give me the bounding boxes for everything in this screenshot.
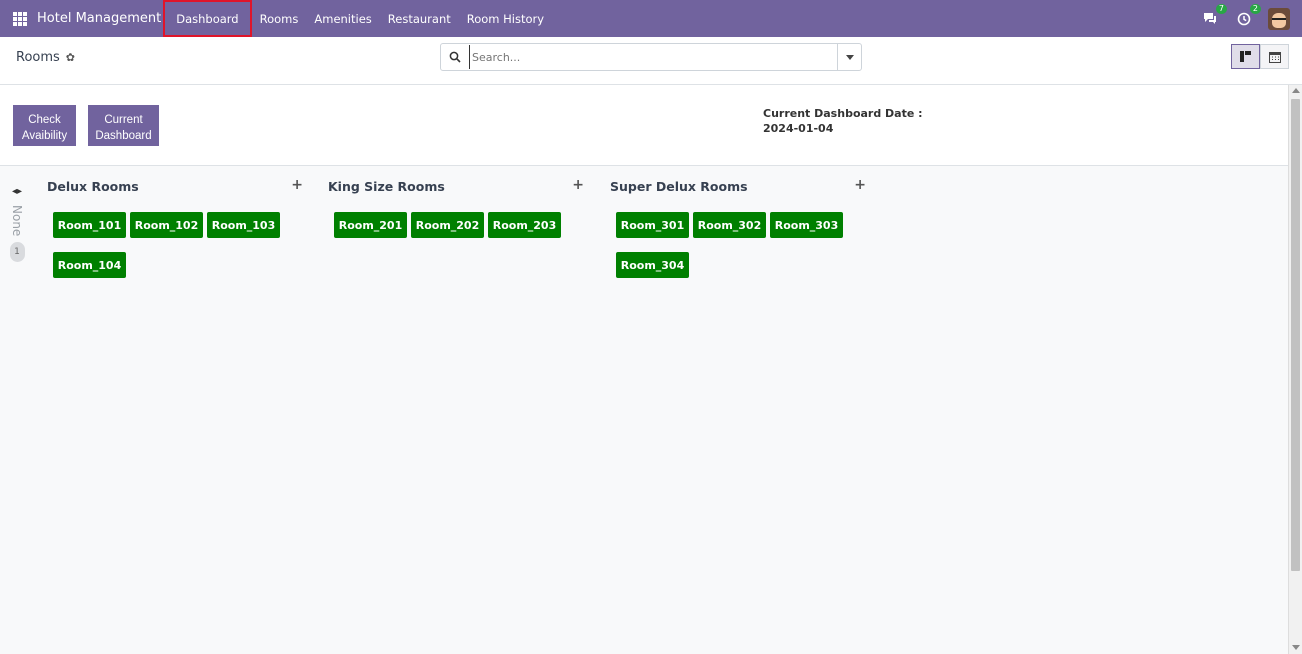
kanban-board: ◂▸ None 1 Delux Rooms + Room_101 Room_10… [0,166,1288,654]
apps-menu-icon[interactable] [13,11,27,26]
menu-item-rooms[interactable]: Rooms [252,0,307,37]
breadcrumb: Rooms ✿ [16,50,75,65]
room-card[interactable]: Room_101 [53,212,126,238]
search-icon [441,51,469,63]
room-card[interactable]: Room_201 [334,212,407,238]
calendar-view-button[interactable] [1260,44,1289,69]
folded-column-count: 1 [9,242,25,263]
room-card[interactable]: Room_103 [207,212,280,238]
main-menu: Dashboard Rooms Amenities Restaurant Roo… [163,0,552,37]
scroll-up-arrow-icon[interactable] [1292,88,1300,93]
menu-item-restaurant[interactable]: Restaurant [380,0,459,37]
control-panel: Rooms ✿ [0,37,1302,85]
calendar-icon [1268,51,1281,63]
search-options-toggle[interactable] [837,44,861,70]
activities-button[interactable]: 2 [1234,3,1261,29]
room-card[interactable]: Room_102 [130,212,203,238]
search-box [440,43,862,71]
systray: 7 2 [1200,0,1302,37]
plus-icon[interactable]: + [572,177,584,193]
dashboard-header: Check Avaibility Current Dashboard Curre… [0,85,1288,166]
room-card[interactable]: Room_301 [616,212,689,238]
chat-icon [1204,13,1216,24]
kanban-view-button[interactable] [1231,44,1260,69]
room-card[interactable]: Room_303 [770,212,843,238]
plus-icon[interactable]: + [854,177,866,193]
activities-badge: 2 [1249,3,1261,14]
group-title: Super Delux Rooms [610,179,748,194]
group-cards: Room_301 Room_302 Room_303 Room_304 [616,212,880,292]
messages-badge: 7 [1215,3,1227,14]
room-card[interactable]: Room_202 [411,212,484,238]
view-switcher [1231,44,1289,69]
user-avatar[interactable] [1268,7,1290,30]
scroll-thumb[interactable] [1291,99,1300,571]
vertical-scrollbar[interactable] [1288,85,1302,654]
room-card[interactable]: Room_304 [616,252,689,278]
group-cards: Room_201 Room_202 Room_203 [334,212,598,252]
dashboard-date-label: Current Dashboard Date : [763,107,923,120]
folded-column[interactable]: ◂▸ None 1 [8,186,26,263]
room-card[interactable]: Room_203 [488,212,561,238]
messages-button[interactable]: 7 [1200,3,1227,29]
folded-column-label: None [10,205,24,237]
search-input[interactable] [469,45,837,69]
group-title: King Size Rooms [328,179,445,194]
check-availability-button[interactable]: Check Avaibility [13,105,76,146]
page-title: Rooms [16,50,60,65]
menu-item-amenities[interactable]: Amenities [306,0,379,37]
scroll-down-arrow-icon[interactable] [1292,645,1300,650]
expand-arrows-icon[interactable]: ◂▸ [12,186,22,197]
menu-item-dashboard[interactable]: Dashboard [163,0,252,37]
dashboard-date-value: 2024-01-04 [763,122,834,135]
clock-icon [1237,12,1251,25]
group-cards: Room_101 Room_102 Room_103 Room_104 [53,212,317,292]
room-card[interactable]: Room_302 [693,212,766,238]
plus-icon[interactable]: + [291,177,303,193]
top-navbar: Hotel Management Dashboard Rooms Ameniti… [0,0,1302,37]
current-dashboard-button[interactable]: Current Dashboard [88,105,159,146]
menu-item-room-history[interactable]: Room History [459,0,552,37]
caret-down-icon [845,54,854,60]
group-title: Delux Rooms [47,179,139,194]
content-area: Check Avaibility Current Dashboard Curre… [0,85,1288,654]
kanban-icon [1240,51,1251,62]
gear-icon[interactable]: ✿ [66,51,75,64]
room-card[interactable]: Room_104 [53,252,126,278]
app-brand[interactable]: Hotel Management [37,11,161,26]
